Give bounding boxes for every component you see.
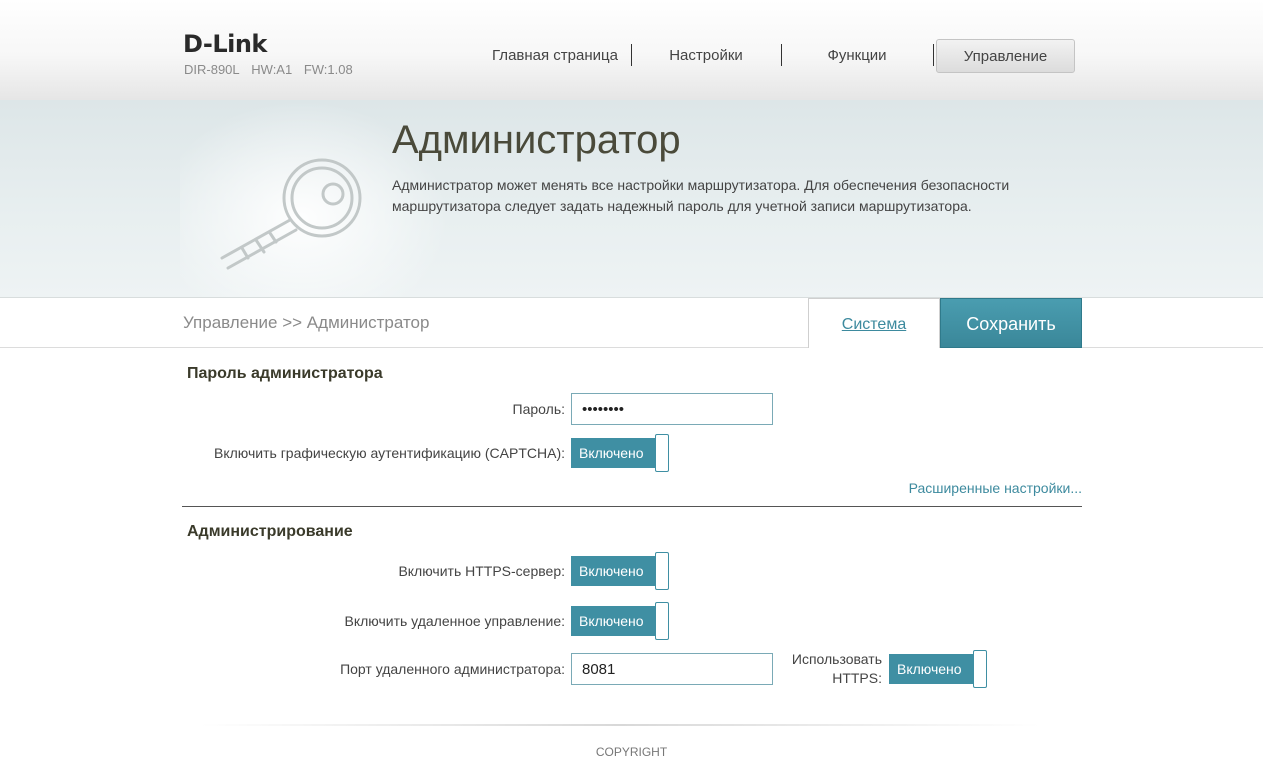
remote-port-label: Порт удаленного администратора: [340, 661, 565, 677]
dlink-logo: D-Link [183, 30, 267, 58]
save-button[interactable]: Сохранить [940, 298, 1082, 348]
hardware-version: HW:A1 [251, 62, 293, 77]
use-https-label-line2: HTTPS: [832, 670, 882, 686]
nav-settings[interactable]: Настройки [632, 39, 780, 73]
toggle-knob[interactable] [973, 650, 987, 688]
toggle-state: Включено [571, 438, 657, 468]
page-title: Администратор [392, 118, 681, 162]
toggle-state: Включено [889, 654, 975, 684]
device-info: DIR-890L HW:A1 FW:1.08 [184, 62, 361, 77]
use-https-label-line1: Использовать [791, 651, 882, 667]
nav-features[interactable]: Функции [782, 39, 932, 73]
password-field[interactable] [571, 393, 773, 425]
nav-management[interactable]: Управление [936, 39, 1075, 73]
footer-divider [200, 724, 1040, 726]
nav-separator [933, 44, 934, 66]
copyright: COPYRIGHT [595, 745, 668, 759]
section-title-administration: Администрирование [187, 523, 353, 540]
key-icon [220, 158, 362, 270]
captcha-toggle[interactable]: Включено [571, 434, 671, 472]
advanced-settings-link[interactable]: Расширенные настройки... [909, 480, 1082, 496]
toggle-knob[interactable] [655, 602, 669, 640]
captcha-label: Включить графическую аутентификацию (CAP… [214, 445, 565, 461]
toggle-state: Включено [571, 556, 657, 586]
use-https-toggle[interactable]: Включено [889, 650, 989, 688]
password-label: Пароль: [512, 401, 565, 417]
remote-port-field[interactable] [571, 653, 773, 685]
https-server-toggle[interactable]: Включено [571, 552, 671, 590]
toggle-state: Включено [571, 606, 657, 636]
page-description: Администратор может менять все настройки… [392, 177, 1010, 214]
section-divider [182, 506, 1082, 507]
https-server-label: Включить HTTPS-сервер: [398, 563, 565, 579]
toggle-knob[interactable] [655, 434, 669, 472]
toggle-knob[interactable] [655, 552, 669, 590]
use-https-label: Использовать HTTPS: [788, 650, 882, 688]
remote-management-label: Включить удаленное управление: [344, 613, 565, 629]
breadcrumb: Управление >> Администратор [183, 313, 430, 332]
firmware-version: FW:1.08 [303, 62, 353, 77]
system-button[interactable]: Система [808, 298, 940, 348]
section-title-admin-password: Пароль администратора [187, 365, 383, 382]
nav-home[interactable]: Главная страница [480, 39, 630, 73]
model-name: DIR-890L [184, 62, 240, 77]
remote-management-toggle[interactable]: Включено [571, 602, 671, 640]
